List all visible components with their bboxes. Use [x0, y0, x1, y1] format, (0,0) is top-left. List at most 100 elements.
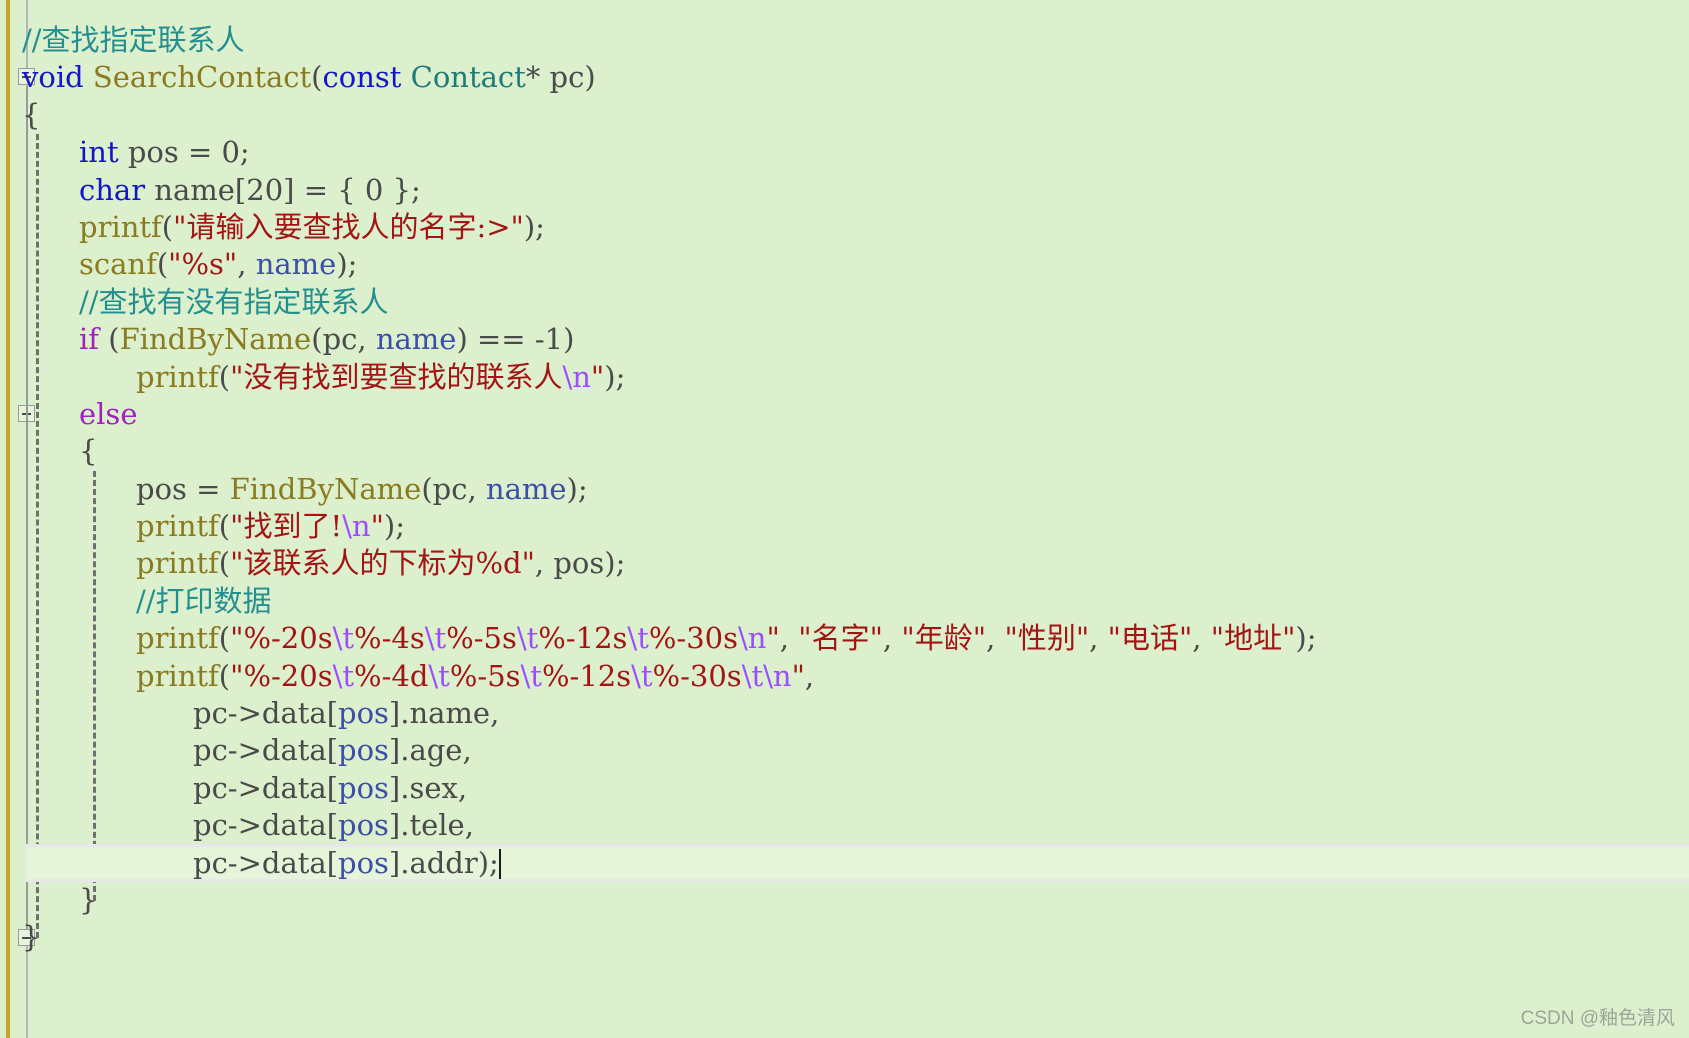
code-token: \t	[631, 658, 653, 693]
code-token: "请输入要查找人的名字:>"	[173, 209, 524, 244]
code-token: "该联系人的下标为%d"	[230, 546, 535, 581]
code-token: const	[322, 60, 402, 95]
code-token: "找到了!	[230, 509, 343, 544]
code-token: "年龄"	[901, 621, 987, 656]
code-token: \n	[342, 509, 371, 544]
code-line[interactable]: pos = FindByName(pc, name);	[0, 471, 1689, 508]
code-token: -1	[534, 322, 564, 357]
code-token: {	[22, 97, 41, 132]
code-token: FindByName	[229, 471, 422, 506]
code-token: \t	[424, 621, 447, 656]
code-token: "%s"	[168, 247, 238, 282]
code-line[interactable]: printf("没有找到要查找的联系人\n");	[0, 359, 1689, 396]
code-token: ,	[457, 770, 468, 805]
code-token: ,	[1089, 621, 1108, 656]
code-token: "%-20s	[230, 658, 333, 693]
code-token: (	[218, 546, 231, 581]
code-token: (	[218, 359, 231, 394]
code-line[interactable]: {	[0, 433, 1689, 470]
code-line[interactable]: int pos = 0;	[0, 134, 1689, 171]
code-token: FindByName	[119, 322, 312, 357]
code-line[interactable]: pc->data[pos].age,	[0, 732, 1689, 769]
code-token: (	[311, 322, 323, 357]
code-token: printf	[136, 509, 219, 544]
code-token: (	[311, 60, 323, 95]
code-token: ].sex	[388, 770, 458, 805]
code-line[interactable]: char name[20] = { 0 };	[0, 172, 1689, 209]
code-token: \t	[627, 621, 649, 656]
code-token: ;	[411, 172, 421, 207]
code-token: printf	[136, 621, 219, 656]
code-token: int	[79, 135, 119, 170]
code-line[interactable]: pc->data[pos].tele,	[0, 807, 1689, 844]
code-token: );	[566, 471, 588, 506]
code-token: ,	[1192, 621, 1211, 656]
code-token: ] = {	[283, 172, 365, 207]
code-editor[interactable]: //查找指定联系人 void SearchContact(const Contac…	[0, 0, 1689, 1038]
code-token: ;	[239, 135, 250, 170]
code-line[interactable]: scanf("%s", name);	[0, 246, 1689, 283]
code-line[interactable]: //查找有没有指定联系人	[0, 284, 1689, 321]
code-token: ,	[462, 733, 472, 768]
code-token: printf	[136, 359, 219, 394]
code-token: void	[22, 60, 84, 95]
code-token: pos	[338, 770, 389, 805]
code-token: \t	[332, 621, 355, 656]
code-token: //查找有没有指定联系人	[79, 284, 389, 319]
code-token: )	[584, 60, 596, 95]
code-line[interactable]: pc->data[pos].sex,	[0, 770, 1689, 807]
code-token: \n	[738, 621, 767, 656]
code-token: \t	[332, 658, 355, 693]
code-token: "名字"	[798, 621, 883, 656]
code-line[interactable]: else	[0, 396, 1689, 433]
code-token: printf	[136, 658, 219, 693]
code-token: (	[218, 509, 231, 544]
code-token: 20	[246, 172, 284, 207]
code-line[interactable]: if (FindByName(pc, name) == -1)	[0, 321, 1689, 358]
code-token: (	[99, 322, 120, 357]
code-token: pos	[338, 733, 389, 768]
code-line[interactable]: pc->data[pos].name,	[0, 695, 1689, 732]
code-token: %-30s	[648, 621, 738, 656]
code-token: pos =	[136, 471, 230, 506]
code-token: %-30s	[652, 658, 742, 693]
code-token: printf	[136, 546, 219, 581]
code-token: );	[604, 546, 626, 581]
code-token: ,	[464, 808, 474, 843]
code-token: "	[766, 621, 780, 656]
text-caret	[498, 848, 501, 879]
code-line[interactable]: printf("该联系人的下标为%d", pos);	[0, 545, 1689, 582]
code-line[interactable]: printf("找到了!\n");	[0, 508, 1689, 545]
code-token: "地址"	[1210, 621, 1296, 656]
code-token: , pos	[534, 546, 605, 581]
code-token: ,	[237, 247, 256, 282]
code-token: *	[525, 60, 550, 95]
code-token: }	[22, 920, 41, 955]
csdn-watermark: CSDN @釉色清风	[1520, 1008, 1675, 1029]
code-line[interactable]: //打印数据	[0, 583, 1689, 620]
code-token: %-12s	[541, 658, 632, 693]
code-line[interactable]: void SearchContact(const Contact* pc)	[0, 59, 1689, 96]
code-line[interactable]: {	[0, 97, 1689, 134]
code-token: \n	[763, 658, 792, 693]
code-token: );	[1295, 621, 1317, 656]
code-token: );	[477, 845, 499, 880]
code-token: \t	[741, 658, 764, 693]
code-text[interactable]: //查找指定联系人 void SearchContact(const Contac…	[0, 22, 1689, 957]
code-token: (	[161, 209, 174, 244]
code-token: ].age	[388, 733, 463, 768]
code-token: }	[383, 172, 411, 207]
code-token: ].name	[388, 696, 491, 731]
code-token: {	[79, 434, 98, 469]
code-line[interactable]: printf("%-20s\t%-4d\t%-5s\t%-12s\t%-30s\…	[0, 658, 1689, 695]
code-line[interactable]: pc->data[pos].addr);	[0, 845, 1689, 882]
code-token: ) ==	[456, 322, 535, 357]
code-token: );	[336, 247, 358, 282]
code-line[interactable]: //查找指定联系人	[0, 22, 1689, 59]
code-line[interactable]: printf("请输入要查找人的名字:>");	[0, 209, 1689, 246]
code-token: scanf	[79, 247, 157, 282]
code-line[interactable]: }	[0, 919, 1689, 956]
code-line[interactable]: }	[0, 882, 1689, 919]
code-line[interactable]: printf("%-20s\t%-4s\t%-5s\t%-12s\t%-30s\…	[0, 620, 1689, 657]
